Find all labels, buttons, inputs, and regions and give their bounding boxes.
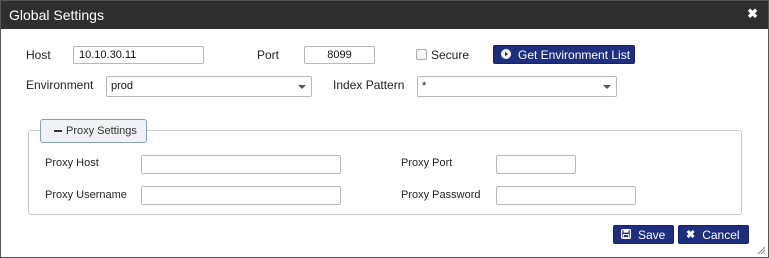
proxy-settings-toggle[interactable]: Proxy Settings	[40, 119, 147, 143]
proxy-port-label: Proxy Port	[401, 157, 453, 169]
play-circle-icon	[501, 48, 511, 62]
dialog-titlebar[interactable]: Global Settings ✖	[1, 1, 768, 29]
index-pattern-select[interactable]: *	[417, 76, 617, 97]
minus-icon	[54, 130, 62, 132]
index-pattern-value: *	[422, 80, 427, 92]
get-environment-list-button[interactable]: Get Environment List	[493, 45, 635, 64]
port-label: Port	[257, 48, 280, 62]
save-button[interactable]: Save	[613, 225, 674, 244]
secure-checkbox[interactable]	[416, 49, 427, 60]
host-label: Host	[26, 48, 51, 62]
chevron-down-icon	[603, 85, 611, 89]
proxy-settings-legend: Proxy Settings	[66, 125, 137, 137]
cancel-button[interactable]: ✖ Cancel	[678, 225, 749, 244]
index-pattern-label: Index Pattern	[333, 78, 405, 92]
resize-grip-icon[interactable]	[757, 246, 765, 254]
proxy-password-input[interactable]	[496, 186, 636, 205]
environment-select[interactable]: prod	[106, 76, 312, 97]
save-label: Save	[638, 227, 666, 242]
proxy-username-input[interactable]	[141, 186, 341, 205]
chevron-down-icon	[298, 85, 306, 89]
proxy-host-label: Proxy Host	[45, 157, 99, 169]
close-icon: ✖	[686, 229, 696, 241]
proxy-username-label: Proxy Username	[45, 189, 127, 201]
global-settings-dialog: Global Settings ✖ Host Port Secure Get E…	[0, 0, 769, 258]
host-input[interactable]	[73, 46, 204, 64]
proxy-password-label: Proxy Password	[401, 189, 481, 201]
close-icon[interactable]: ✖	[747, 6, 758, 22]
proxy-host-input[interactable]	[141, 155, 341, 174]
cancel-label: Cancel	[702, 227, 740, 242]
secure-label: Secure	[431, 48, 470, 62]
environment-value: prod	[111, 80, 134, 92]
environment-label: Environment	[26, 78, 94, 92]
get-environment-list-label: Get Environment List	[518, 47, 631, 62]
proxy-port-input[interactable]	[496, 155, 576, 174]
save-icon	[621, 228, 632, 242]
dialog-title: Global Settings	[9, 7, 104, 23]
port-input[interactable]	[304, 46, 375, 64]
